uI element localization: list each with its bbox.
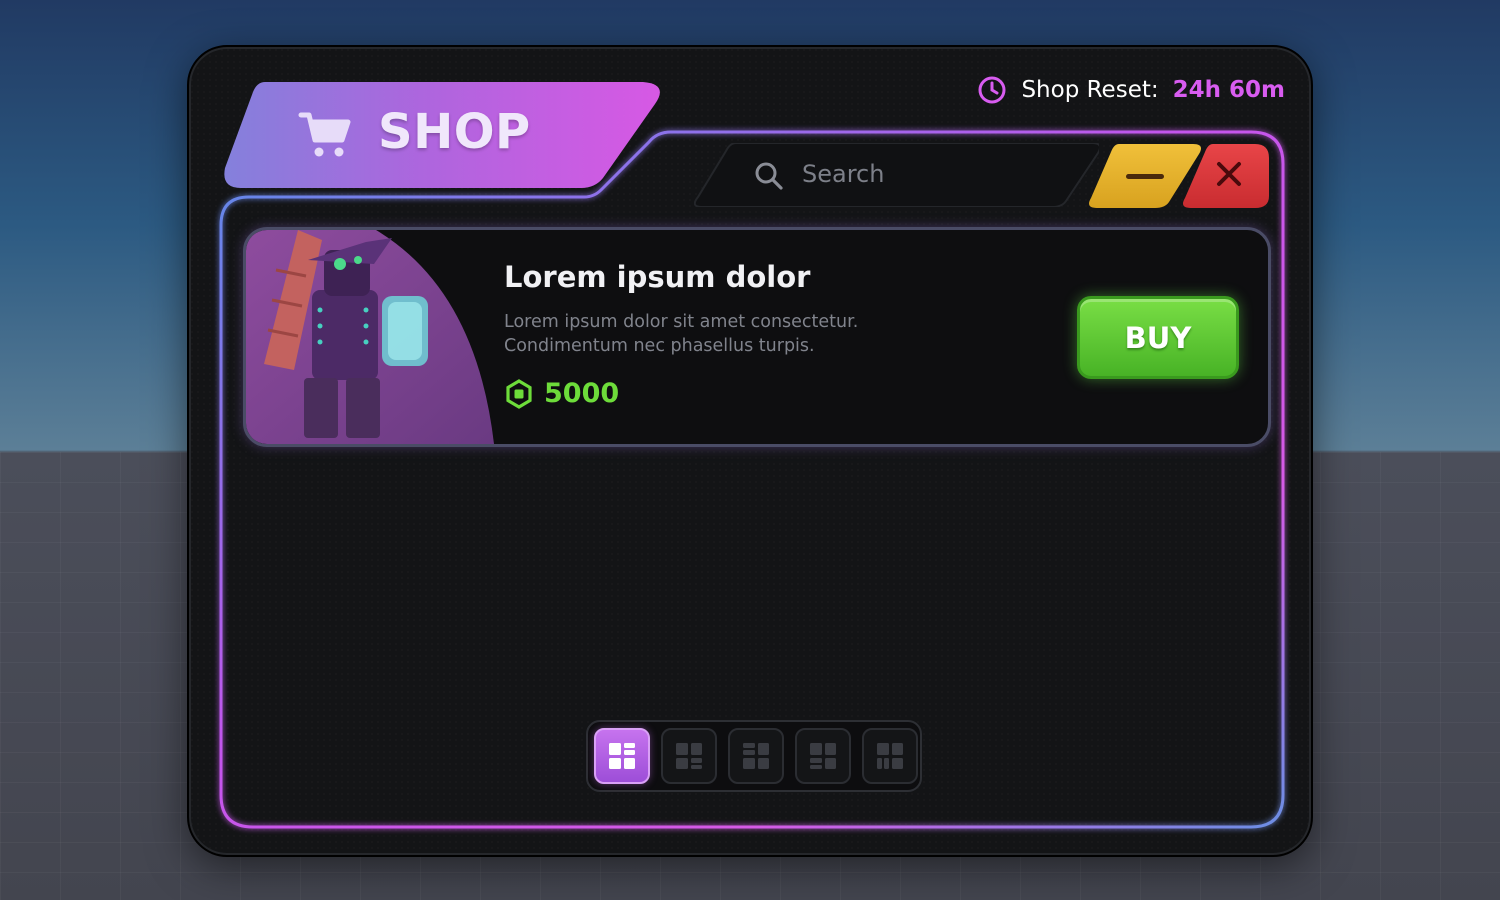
- page-button-3[interactable]: [728, 728, 784, 784]
- search-input[interactable]: Search: [694, 143, 1099, 207]
- reset-value: 24h 60m: [1172, 77, 1285, 103]
- item-price: 5000: [504, 378, 619, 409]
- item-title: Lorem ipsum dolor: [504, 260, 811, 294]
- shop-title: SHOP: [378, 104, 531, 160]
- shop-title-tab: SHOP: [223, 82, 663, 190]
- page-button-2[interactable]: [661, 728, 717, 784]
- item-description: Lorem ipsum dolor sit amet consectetur. …: [504, 312, 859, 356]
- page-button-5[interactable]: [862, 728, 918, 784]
- shop-reset-timer: Shop Reset: 24h 60m: [977, 73, 1285, 107]
- item-price-value: 5000: [544, 378, 620, 409]
- clock-icon: [978, 76, 1006, 104]
- buy-button-label: BUY: [1124, 320, 1192, 355]
- item-character-image: [246, 230, 494, 444]
- buy-button[interactable]: BUY: [1077, 296, 1239, 379]
- grid-layout-icon: [877, 743, 903, 769]
- minimize-icon: [1126, 174, 1164, 179]
- shop-item-card: Lorem ipsum dolor Lorem ipsum dolor sit …: [243, 227, 1271, 447]
- reset-label: Shop Reset:: [1021, 77, 1159, 103]
- page-button-4[interactable]: [795, 728, 851, 784]
- search-placeholder: Search: [802, 160, 885, 188]
- grid-layout-icon: [810, 743, 836, 769]
- grid-layout-icon: [609, 743, 635, 769]
- cart-icon: [298, 112, 351, 157]
- close-button[interactable]: [1183, 144, 1271, 210]
- page-selector: [586, 720, 922, 792]
- page-button-1[interactable]: [594, 728, 650, 784]
- search-icon: [755, 162, 783, 190]
- shop-window: Shop Reset: 24h 60m SHOP Search Lorem ip…: [187, 45, 1313, 857]
- grid-layout-icon: [676, 743, 702, 769]
- robux-icon: [506, 378, 532, 409]
- grid-layout-icon: [743, 743, 769, 769]
